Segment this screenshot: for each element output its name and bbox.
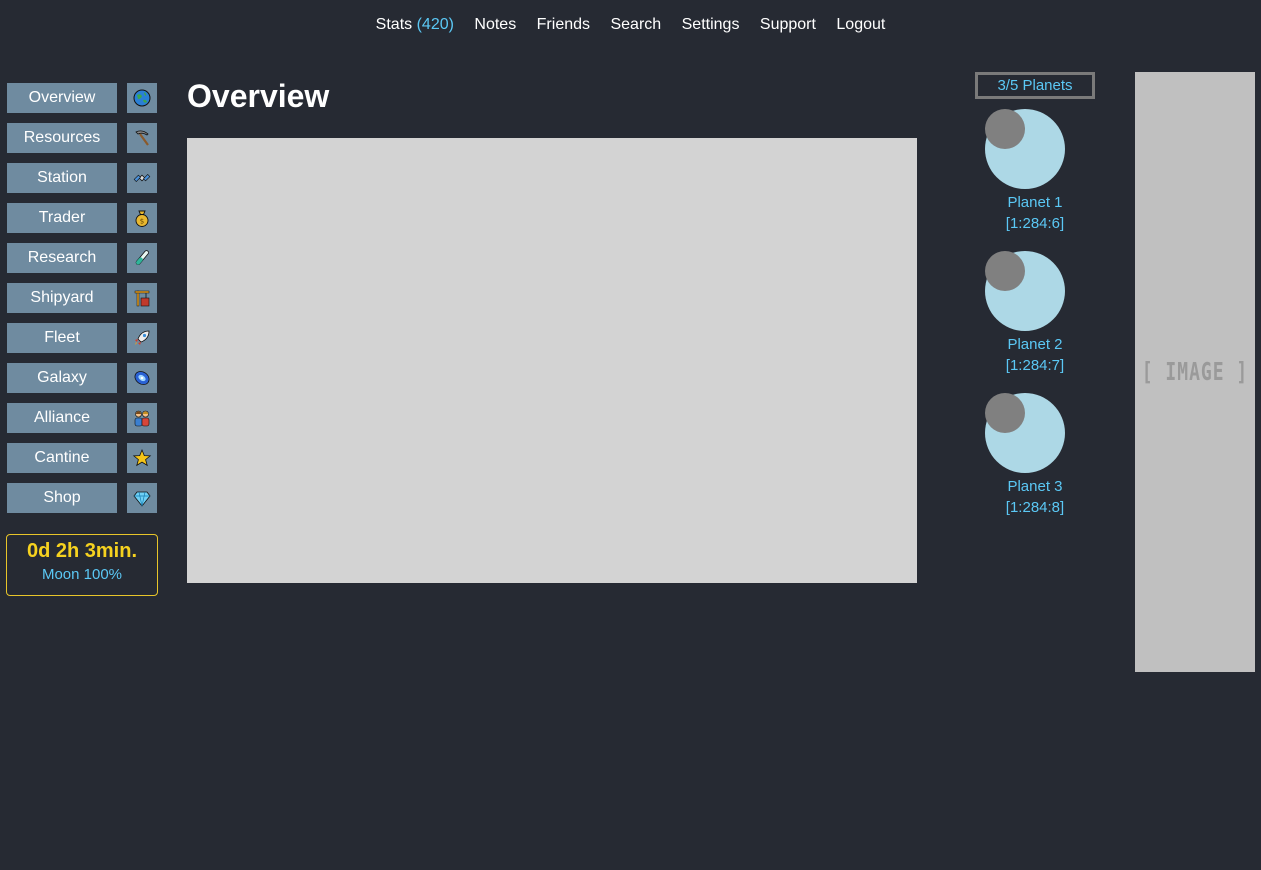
planet-image <box>985 109 1065 189</box>
menu-resources-button[interactable]: Resources <box>7 123 117 153</box>
menu-row-alliance: Alliance <box>7 403 157 433</box>
star-icon[interactable] <box>127 443 157 473</box>
people-icon[interactable] <box>127 403 157 433</box>
menu-fleet-button[interactable]: Fleet <box>7 323 117 353</box>
menu-row-station: Station <box>7 163 157 193</box>
rocket-icon[interactable] <box>127 323 157 353</box>
menu-row-cantine: Cantine <box>7 443 157 473</box>
ad-image-placeholder: [ IMAGE ] <box>1135 72 1255 672</box>
nav-friends-link[interactable]: Friends <box>537 16 590 34</box>
galaxy-icon[interactable] <box>127 363 157 393</box>
planet-name: Planet 2 <box>1007 336 1063 353</box>
menu-station-button[interactable]: Station <box>7 163 117 193</box>
globe-icon[interactable] <box>127 83 157 113</box>
menu-cantine-button[interactable]: Cantine <box>7 443 117 473</box>
nav-stats-count: (420) <box>416 16 454 33</box>
planet-image <box>985 393 1065 473</box>
menu-alliance-button[interactable]: Alliance <box>7 403 117 433</box>
svg-text:$: $ <box>140 218 144 226</box>
menu-row-trader: Trader $ <box>7 203 157 233</box>
menu-row-shop: Shop <box>7 483 157 513</box>
menu-shipyard-button[interactable]: Shipyard <box>7 283 117 313</box>
planet-item-1[interactable]: Planet 1 [1:284:6] <box>985 109 1085 234</box>
nav-support-link[interactable]: Support <box>760 16 816 34</box>
menu-row-resources: Resources <box>7 123 157 153</box>
menu-galaxy-button[interactable]: Galaxy <box>7 363 117 393</box>
ad-placeholder-text: [ IMAGE ] <box>1141 357 1249 387</box>
menu-row-shipyard: Shipyard <box>7 283 157 313</box>
construction-crane-icon[interactable] <box>127 283 157 313</box>
planet-coords: [1:284:6] <box>1005 215 1065 232</box>
menu-row-galaxy: Galaxy <box>7 363 157 393</box>
page-title: Overview <box>187 78 330 114</box>
top-nav: Stats (420) Notes Friends Search Setting… <box>0 16 1261 34</box>
menu-overview-button[interactable]: Overview <box>7 83 117 113</box>
test-tube-icon[interactable] <box>127 243 157 273</box>
moon-timer-box: 0d 2h 3min. Moon 100% <box>6 534 158 596</box>
moon-indicator[interactable] <box>985 251 1025 291</box>
nav-logout-link[interactable]: Logout <box>836 16 885 34</box>
nav-stats-label: Stats <box>375 16 413 33</box>
nav-notes-link[interactable]: Notes <box>474 16 516 34</box>
planet-item-2[interactable]: Planet 2 [1:284:7] <box>985 251 1085 376</box>
satellite-icon[interactable] <box>127 163 157 193</box>
sidebar-menu: Overview Resources Station Trader $ Rese… <box>7 83 157 523</box>
menu-research-button[interactable]: Research <box>7 243 117 273</box>
nav-settings-link[interactable]: Settings <box>682 16 740 34</box>
planet-name: Planet 3 <box>1007 478 1063 495</box>
planet-image <box>985 251 1065 331</box>
timer-countdown: 0d 2h 3min. <box>26 540 138 562</box>
menu-trader-button[interactable]: Trader <box>7 203 117 233</box>
moon-indicator[interactable] <box>985 393 1025 433</box>
planet-count-badge: 3/5 Planets <box>975 72 1095 99</box>
planet-item-3[interactable]: Planet 3 [1:284:8] <box>985 393 1085 518</box>
menu-shop-button[interactable]: Shop <box>7 483 117 513</box>
pickaxe-icon[interactable] <box>127 123 157 153</box>
moon-indicator[interactable] <box>985 109 1025 149</box>
gem-icon[interactable] <box>127 483 157 513</box>
planet-coords: [1:284:8] <box>1005 499 1065 516</box>
nav-stats-link[interactable]: Stats (420) <box>376 16 454 34</box>
planet-name: Planet 1 <box>1007 194 1063 211</box>
moon-status: Moon 100% <box>41 566 123 583</box>
menu-row-research: Research <box>7 243 157 273</box>
menu-row-overview: Overview <box>7 83 157 113</box>
nav-search-link[interactable]: Search <box>610 16 661 34</box>
planet-coords: [1:284:7] <box>1005 357 1065 374</box>
menu-row-fleet: Fleet <box>7 323 157 353</box>
overview-panel <box>187 138 917 583</box>
money-bag-icon[interactable]: $ <box>127 203 157 233</box>
